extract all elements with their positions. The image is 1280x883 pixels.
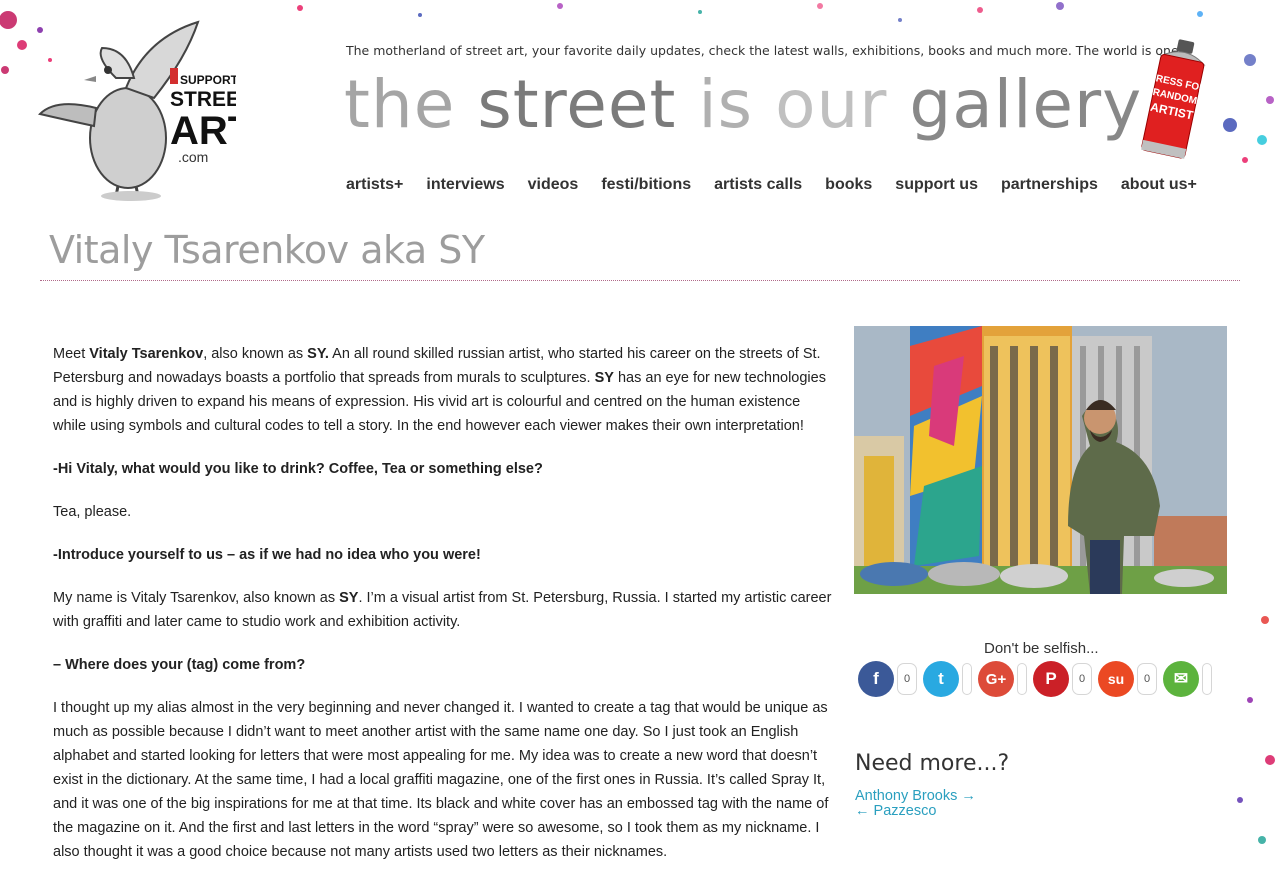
- title-divider: [40, 280, 1240, 281]
- share-count: 0: [1072, 663, 1092, 695]
- nav-item-partnerships[interactable]: partnerships: [1001, 176, 1098, 194]
- twitter-share-button[interactable]: t: [923, 661, 959, 697]
- nav-item-artists-calls[interactable]: artists calls: [714, 176, 802, 194]
- svg-text:.com: .com: [178, 149, 208, 165]
- nav-item-books[interactable]: books: [825, 176, 872, 194]
- interview-question: -Introduce yourself to us – as if we had…: [53, 547, 481, 563]
- headline-word: our: [775, 66, 888, 143]
- site-headline[interactable]: the street is our gallery: [344, 60, 1142, 150]
- nav-item-support-us[interactable]: support us: [895, 176, 978, 194]
- interview-answer: My name is Vitaly Tsarenkov, also known …: [53, 590, 832, 630]
- article-body: Meet Vitaly Tsarenkov, also known as SY.…: [53, 342, 833, 883]
- share-label: Don't be selfish...: [984, 640, 1099, 657]
- share-count: 0: [1137, 663, 1157, 695]
- twitter-icon: t: [938, 669, 944, 688]
- artist-photo[interactable]: [854, 326, 1227, 594]
- email-share-button[interactable]: ✉: [1163, 661, 1199, 697]
- share-buttons: f 0 t G+ P 0 su 0 ✉: [858, 661, 1218, 697]
- need-more-heading: Need more...?: [855, 751, 1010, 776]
- email-icon: ✉: [1173, 669, 1189, 688]
- site-logo[interactable]: SUPPORT STREET ART .com: [36, 18, 253, 203]
- stumbleupon-share-button[interactable]: su: [1098, 661, 1134, 697]
- google-plus-icon: G+: [985, 670, 1007, 688]
- svg-text:SUPPORT: SUPPORT: [180, 73, 236, 87]
- nav-item-interviews[interactable]: interviews: [426, 176, 504, 194]
- share-count: [962, 663, 972, 695]
- pinterest-icon: P: [1045, 669, 1057, 688]
- share-count: 0: [897, 663, 917, 695]
- svg-text:STREET: STREET: [170, 88, 236, 111]
- next-post-link[interactable]: Anthony Brooks →: [855, 788, 976, 804]
- headline-word: street: [477, 66, 677, 143]
- site-tagline: The motherland of street art, your favor…: [346, 43, 1183, 58]
- google-plus-share-button[interactable]: G+: [978, 661, 1014, 697]
- share-count: [1017, 663, 1027, 695]
- svg-text:ART: ART: [170, 109, 236, 153]
- headline-word: is: [698, 66, 754, 143]
- main-nav: artists+ interviews videos festi/bitions…: [346, 176, 1220, 194]
- interview-question: -Hi Vitaly, what would you like to drink…: [53, 461, 543, 477]
- interview-answer: I thought up my alias almost in the very…: [53, 700, 829, 860]
- nav-item-artists[interactable]: artists+: [346, 176, 403, 194]
- facebook-icon: f: [873, 669, 879, 688]
- intro-paragraph: Meet Vitaly Tsarenkov, also known as SY.…: [53, 346, 826, 434]
- headline-word: the: [344, 66, 456, 143]
- nav-item-festibitions[interactable]: festi/bitions: [601, 176, 691, 194]
- facebook-share-button[interactable]: f: [858, 661, 894, 697]
- pinterest-share-button[interactable]: P: [1033, 661, 1069, 697]
- stumbleupon-icon: su: [1107, 671, 1125, 687]
- interview-answer: Tea, please.: [53, 504, 132, 520]
- interview-question: – Where does your (tag) come from?: [53, 657, 306, 673]
- share-count: [1202, 663, 1212, 695]
- nav-item-about-us[interactable]: about us+: [1121, 176, 1197, 194]
- random-artist-spraycan-button[interactable]: PRESS FOR RANDOM ARTIST: [1138, 36, 1216, 166]
- nav-item-videos[interactable]: videos: [528, 176, 579, 194]
- previous-post-link[interactable]: ← Pazzesco: [855, 803, 936, 819]
- page-title: Vitaly Tsarenkov aka SY: [49, 228, 485, 272]
- headline-word: gallery: [909, 66, 1143, 143]
